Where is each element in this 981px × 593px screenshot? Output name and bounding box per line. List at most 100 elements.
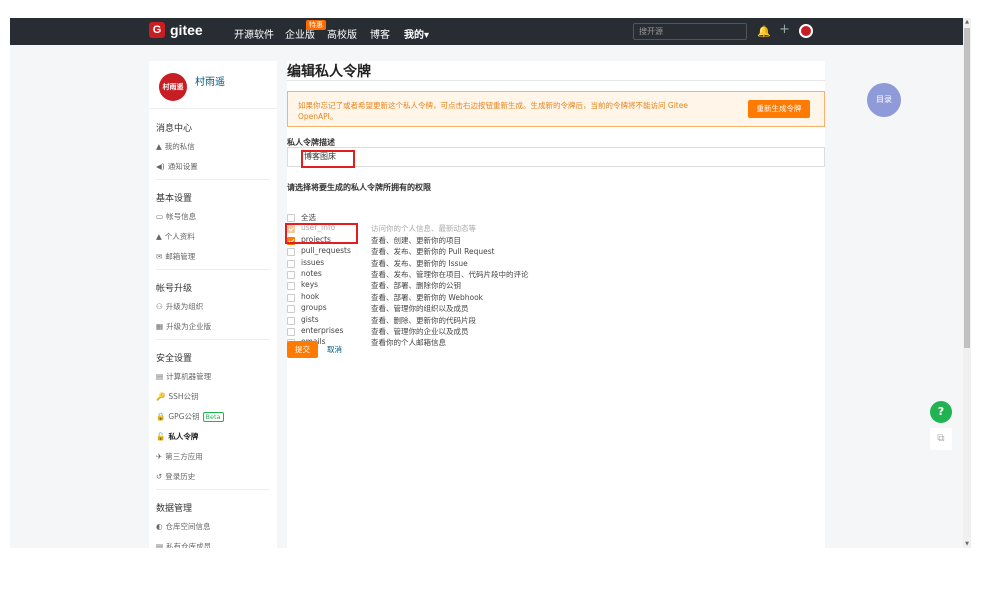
scrollbar-thumb[interactable] [964,28,970,348]
plus-icon[interactable]: + [779,22,790,37]
permission-checkbox[interactable] [287,282,295,291]
sidebar-item[interactable]: ↺ 登录历史 [156,471,195,482]
bell-icon[interactable]: 🔔 [757,25,771,38]
sidebar-item[interactable]: ◐ 仓库空间信息 [156,521,211,532]
permission-description: 查看、管理你的组织以及成员 [371,304,469,314]
permission-description: 查看、创建、更新你的项目 [371,235,461,245]
sidebar-item-label: 计算机器管理 [166,372,212,381]
permission-checkbox[interactable] [287,214,295,222]
permission-checkbox[interactable] [287,328,295,336]
nav-blog[interactable]: 博客 [370,26,390,41]
permission-name: hook [301,291,320,301]
permission-checkbox[interactable] [287,259,295,268]
notice-text: 如果你忘记了或者希望更新这个私人令牌，可点击右边按钮重新生成。生成新的令牌后，当… [298,101,688,121]
sidebar-item-label: 个人资料 [164,232,195,241]
description-input[interactable]: 博客图床 [287,147,825,167]
sidebar-item-icon: 🔓 [156,432,166,441]
sidebar-item[interactable]: ▲ 我的私信 [156,141,195,152]
scroll-down-icon[interactable]: ▼ [964,541,970,547]
permission-checkbox[interactable] [287,248,295,257]
permission-row: 全选 [287,212,587,223]
sidebar-section-title: 基本设置 [156,194,193,204]
sidebar-section-title: 安全设置 [156,354,193,364]
top-navbar: G gitee 开源软件 企业版 特惠 高校版 博客 我的▾ 搜开源 🔔 + [10,18,963,45]
chevron-down-icon: ▾ [424,30,430,41]
sidebar-item-icon: ▦ [156,322,164,331]
browser-viewport: G gitee 开源软件 企业版 特惠 高校版 博客 我的▾ 搜开源 🔔 + 村… [10,18,963,548]
permission-description: 查看、发布、更新你的 Issue [371,258,468,268]
sidebar-item[interactable]: 🔒 GPG公钥 Beta [156,411,224,422]
sidebar-item[interactable]: ▲ 个人资料 [156,231,195,242]
sidebar-item-label: 升级为企业版 [166,322,212,331]
sidebar-item-icon: ◐ [156,522,163,531]
sidebar-section-title: 帐号升级 [156,284,193,294]
sidebar-item-icon: ▤ [156,372,164,381]
sidebar-item-label: 第三方应用 [165,452,203,461]
regenerate-token-button[interactable]: 重新生成令牌 [748,100,810,118]
sidebar-item-label: 我的私信 [164,142,195,151]
sidebar-item[interactable]: ⚇ 升级为组织 [156,301,203,312]
user-avatar-menu[interactable] [799,24,813,38]
user-name[interactable]: 村雨遥 [195,73,225,88]
nav-mine[interactable]: 我的▾ [404,26,429,41]
gitee-logo[interactable]: G gitee [149,22,203,38]
permission-checkbox[interactable] [287,305,295,314]
sidebar-item[interactable]: ▤ 私有仓库成员 [156,541,211,548]
sidebar-item-label: SSH公钥 [168,392,199,401]
user-box: 村雨遥 村雨遥 [149,61,277,109]
sidebar-item[interactable]: ✉ 邮箱管理 [156,251,195,262]
regenerate-notice: 如果你忘记了或者希望更新这个私人令牌，可点击右边按钮重新生成。生成新的令牌后，当… [287,91,825,127]
scroll-up-icon[interactable]: ▲ [964,19,970,25]
sidebar-item[interactable]: 🔑 SSH公钥 [156,391,199,402]
sidebar-item-icon: ▲ [156,142,162,151]
permission-description: 查看你的个人邮箱信息 [371,338,446,348]
permission-row: notes 查看、发布、管理你在项目、代码片段中的评论 [287,269,587,280]
permission-description: 查看、管理你的企业以及成员 [371,327,469,336]
permission-row: pull_requests 查看、发布、更新你的 Pull Request [287,246,587,257]
permission-description: 查看、部署、删除你的公钥 [371,281,461,291]
permission-checkbox[interactable] [287,293,295,302]
permission-checkbox[interactable] [287,271,295,279]
sidebar-item-icon: 🔒 [156,412,166,421]
sidebar-item-icon: ◀) [156,162,165,171]
permissions-label: 请选择将要生成的私人令牌所拥有的权限 [287,183,431,192]
permission-name: groups [301,303,327,313]
sidebar-item-label: 私有仓库成员 [166,542,212,548]
title-divider [287,80,825,81]
settings-sidebar: 村雨遥 村雨遥 消息中心 ▲ 我的私信 ◀) 通知设置 基本设置 ▭ 帐号信息 ▲ 个人资料 ✉ 邮箱… [149,61,277,548]
submit-button[interactable]: 提交 [287,341,318,358]
avatar[interactable]: 村雨遥 [159,73,187,101]
logo-text: gitee [170,22,203,38]
permission-description: 访问你的个人信息、最新动态等 [371,224,476,234]
external-link-icon[interactable]: ⧉ [930,428,952,450]
sidebar-item[interactable]: ▤ 计算机器管理 [156,371,211,382]
sidebar-item[interactable]: ✈ 第三方应用 [156,451,203,462]
sidebar-item[interactable]: ◀) 通知设置 [156,161,198,172]
cancel-link[interactable]: 取消 [327,344,342,355]
sidebar-item-icon: ✉ [156,252,163,261]
sidebar-item[interactable]: ▭ 帐号信息 [156,211,196,222]
toc-button[interactable]: 目录 [867,83,901,117]
help-button[interactable]: ? [930,401,952,423]
sidebar-item[interactable]: ▦ 升级为企业版 [156,321,211,332]
permission-name: enterprises [301,326,344,335]
page-scrollbar[interactable]: ▲ ▼ [963,18,971,548]
search-input[interactable]: 搜开源 [633,23,747,40]
sidebar-item-icon: ↺ [156,472,163,481]
sidebar-item-icon: ▤ [156,542,164,548]
nav-open-source[interactable]: 开源软件 [234,26,274,41]
permission-row: hook 查看、部署、更新你的 Webhook [287,292,587,303]
permission-checkbox[interactable] [287,316,295,325]
sidebar-divider [156,489,270,490]
nav-education[interactable]: 高校版 [327,26,357,41]
permission-description: 查看、删除、更新你的代码片段 [371,315,476,325]
sidebar-divider [156,269,270,270]
sidebar-item-icon: ✈ [156,452,163,461]
sidebar-section-title: 数据管理 [156,504,193,514]
permission-name: 全选 [301,213,316,222]
page-title: 编辑私人令牌 [287,64,371,80]
permission-row: keys 查看、部署、删除你的公钥 [287,280,587,291]
sidebar-item-label: 私人令牌 [168,432,199,441]
sidebar-divider [156,179,270,180]
sidebar-item[interactable]: 🔓 私人令牌 [156,431,198,442]
